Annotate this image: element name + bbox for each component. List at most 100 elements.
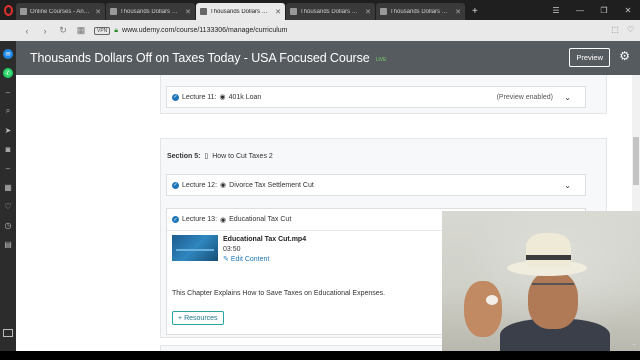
browser-tab[interactable]: Online Courses - Anytime ✕: [16, 3, 105, 20]
vpn-badge[interactable]: VPN: [94, 26, 111, 35]
browser-tab[interactable]: Thousands Dollars Off on ✕: [376, 3, 465, 20]
address-bar: ‹ › ↻ ▦ VPN 🔒︎ www.udemy.com/course/1133…: [0, 20, 640, 41]
tab-close-icon[interactable]: ✕: [275, 8, 281, 16]
lecture-prefix: Lecture 13:: [182, 216, 218, 223]
heart-icon[interactable]: ♡: [3, 201, 13, 211]
resources-label: Resources: [184, 314, 218, 322]
tab-label: Thousands Dollars Off on: [390, 8, 453, 15]
tab-favicon-icon: [200, 8, 207, 15]
browser-tab-strip: Online Courses - Anytime ✕ Thousands Dol…: [0, 0, 640, 20]
tab-label: Thousands Dollars Off on: [210, 8, 273, 15]
tab-favicon-icon: [380, 8, 387, 15]
section-prefix: Section 5:: [167, 153, 201, 160]
opera-logo-icon[interactable]: [0, 0, 16, 20]
news-icon[interactable]: ▤: [3, 239, 13, 249]
messenger-icon[interactable]: ✉︎: [3, 49, 13, 59]
browser-tab-active[interactable]: Thousands Dollars Off on ✕: [196, 3, 285, 20]
tab-close-icon[interactable]: ✕: [185, 8, 191, 16]
chevron-down-icon[interactable]: ⌄: [564, 181, 571, 190]
lecture-title[interactable]: Divorce Tax Settlement Cut: [229, 182, 314, 189]
scrollbar-thumb[interactable]: [633, 137, 639, 185]
presenter-glasses: [532, 283, 574, 289]
window-controls: ☰ — ❐ ✕: [544, 0, 640, 20]
plus-icon: +: [178, 314, 183, 322]
course-title: Thousands Dollars Off on Taxes Today - U…: [30, 51, 370, 65]
close-window-icon[interactable]: ✕: [616, 0, 640, 20]
presenter-face: [528, 271, 578, 329]
letterbox-bar: [0, 351, 640, 360]
preview-button[interactable]: Preview: [569, 48, 610, 67]
presenter-hat-band: [526, 255, 571, 260]
lecture-prefix: Lecture 12:: [182, 181, 218, 189]
check-circle-icon: ✓: [172, 93, 179, 101]
live-status-badge: LIVE: [375, 57, 387, 63]
new-tab-button[interactable]: +: [466, 3, 484, 20]
video-duration: 03:50: [223, 246, 241, 253]
lecture-row[interactable]: ✓ Lecture 12: ◉ Divorce Tax Settlement C…: [166, 174, 586, 196]
play-circle-icon: ◉: [220, 216, 227, 224]
url-field[interactable]: VPN 🔒︎ www.udemy.com/course/1133306/mana…: [94, 23, 616, 38]
lecture-prefix: Lecture 11:: [182, 93, 217, 101]
minimize-icon[interactable]: —: [568, 0, 592, 20]
tabs-grid-icon[interactable]: ▦: [76, 25, 86, 36]
play-circle-icon: ◉: [220, 182, 227, 189]
presenter-hand: [464, 281, 502, 337]
browser-tab[interactable]: Thousands Dollars Off on ✕: [286, 3, 375, 20]
tab-label: Thousands Dollars Off on: [120, 8, 183, 15]
section-name: How to Cut Taxes 2: [212, 153, 273, 160]
restore-icon[interactable]: ❐: [592, 0, 616, 20]
tab-label: Online Courses - Anytime: [30, 8, 93, 15]
tab-close-icon[interactable]: ✕: [455, 8, 461, 16]
address-bar-actions: ⬚ ♡: [611, 25, 634, 34]
forward-icon[interactable]: ›: [40, 26, 50, 36]
url-text[interactable]: www.udemy.com/course/1133306/manage/curr…: [122, 27, 287, 34]
tab-label: Thousands Dollars Off on: [300, 8, 363, 15]
history-icon[interactable]: ◷: [3, 220, 13, 230]
camera-icon[interactable]: ◙: [3, 144, 13, 154]
whatsapp-icon[interactable]: ✆: [3, 68, 13, 78]
apps-grid-icon[interactable]: ▦: [3, 182, 13, 192]
course-header: Thousands Dollars Off on Taxes Today - U…: [16, 41, 640, 75]
edit-content-link[interactable]: ✎ Edit Content: [223, 255, 269, 263]
video-watermark: ◦◦: [632, 342, 636, 348]
opera-sidebar: ✉︎ ✆ – ⌕ ➤ ◙ – ▦ ♡ ◷ ▤: [0, 41, 16, 351]
lecture-title[interactable]: 401k Loan: [229, 94, 262, 101]
snapshot-icon[interactable]: ⬚: [611, 25, 619, 34]
section-title[interactable]: Section 5: ▯ How to Cut Taxes 2: [167, 152, 273, 160]
tab-favicon-icon: [20, 8, 27, 15]
video-file-name: Educational Tax Cut.mp4: [223, 236, 307, 243]
play-circle-icon: ◉: [219, 94, 226, 101]
divider-icon: –: [5, 87, 11, 97]
presenter-hat: [526, 233, 571, 267]
tab-close-icon[interactable]: ✕: [95, 8, 101, 16]
lecture-row[interactable]: ✓ Lecture 11: ◉ 401k Loan (Preview enabl…: [166, 86, 586, 108]
lock-icon[interactable]: 🔒︎: [114, 27, 118, 35]
preview-enabled-label: (Preview enabled): [496, 93, 553, 101]
video-thumbnail[interactable]: [172, 235, 218, 261]
document-icon: ▯: [204, 153, 209, 160]
reload-icon[interactable]: ↻: [58, 25, 68, 36]
lecture-title[interactable]: Educational Tax Cut: [229, 216, 291, 223]
gear-icon[interactable]: ⚙: [619, 50, 630, 62]
divider-icon: –: [5, 163, 11, 173]
presenter-thumb: [486, 295, 498, 305]
tab-close-icon[interactable]: ✕: [365, 8, 371, 16]
check-circle-icon: ✓: [172, 181, 179, 189]
back-icon[interactable]: ‹: [22, 26, 32, 36]
heart-icon[interactable]: ♡: [627, 25, 634, 34]
browser-tab[interactable]: Thousands Dollars Off on ✕: [106, 3, 195, 20]
sidebar-toggle-icon[interactable]: [3, 329, 13, 337]
search-icon[interactable]: ⌕: [3, 106, 13, 116]
lecture-description: This Chapter Explains How to Save Taxes …: [172, 290, 386, 297]
tab-menu-icon[interactable]: ☰: [544, 0, 568, 20]
send-icon[interactable]: ➤: [3, 125, 13, 135]
tab-favicon-icon: [290, 8, 297, 15]
resources-button[interactable]: + Resources: [172, 311, 224, 325]
edit-content-label: Edit Content: [230, 256, 270, 263]
webcam-overlay: ◦◦: [442, 211, 640, 351]
check-circle-icon: ✓: [172, 216, 179, 223]
chevron-down-icon[interactable]: ⌄: [564, 93, 571, 102]
section-container: ✓ Lecture 11: ◉ 401k Loan (Preview enabl…: [160, 75, 607, 114]
tab-favicon-icon: [110, 8, 117, 15]
pencil-icon: ✎: [223, 256, 229, 263]
